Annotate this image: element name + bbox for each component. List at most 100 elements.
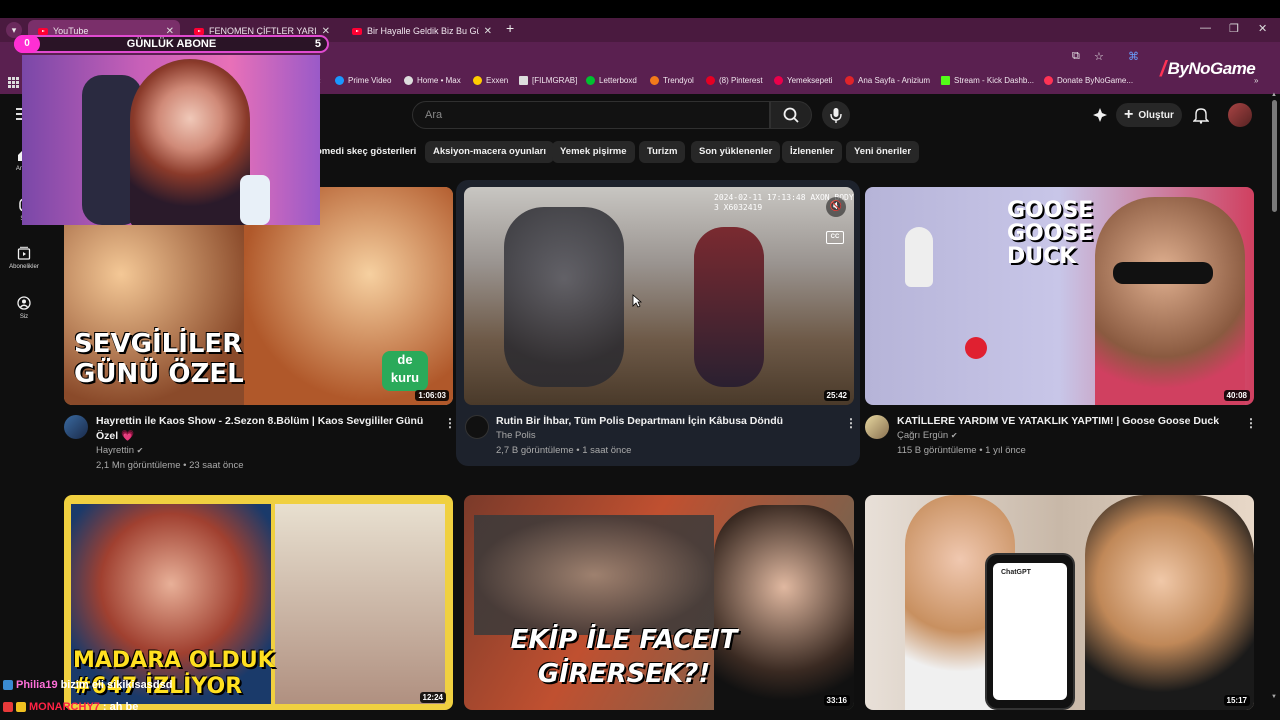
channel-name[interactable]: Çağrı Ergün ✔ [897, 429, 958, 443]
channel-name[interactable]: Hayrettin ✔ [96, 444, 143, 458]
trendyol-icon [650, 76, 659, 85]
streamer-webcam [22, 55, 320, 225]
voice-search-button[interactable] [822, 101, 850, 129]
video-duration: 1:06:03 [415, 390, 449, 401]
video-thumbnail[interactable]: GOOSE GOOSE DUCK 40:08 [865, 187, 1254, 405]
exxen-icon [473, 76, 482, 85]
bookmark-letterboxd[interactable]: Letterboxd [586, 76, 637, 85]
thumbnail-streamer [1095, 197, 1245, 405]
video-thumbnail[interactable]: EKİP İLE FACEIT GİRERSEK?! 33:16 [464, 495, 854, 710]
video-duration: 25:42 [823, 390, 850, 401]
goose-icon [905, 227, 933, 287]
install-app-icon[interactable]: ⧉ [1072, 50, 1080, 63]
video-title[interactable]: Hayrettin ile Kaos Show - 2.Sezon 8.Bölü… [96, 414, 436, 444]
scroll-down-icon[interactable]: ▼ [1271, 694, 1277, 700]
prime-video-icon [335, 76, 344, 85]
apps-grid-icon[interactable] [8, 77, 19, 88]
video-duration: 40:08 [1223, 390, 1250, 401]
channel-avatar[interactable] [64, 415, 88, 439]
max-icon [404, 76, 413, 85]
more-options-icon[interactable]: ⋮ [444, 416, 456, 430]
top-strip [0, 0, 1280, 18]
phone-screen [993, 563, 1067, 700]
youtube-favicon-icon [194, 27, 204, 35]
microphone-icon [830, 108, 842, 123]
chip-yemek[interactable]: Yemek pişirme [552, 141, 635, 163]
create-button[interactable]: + Oluştur [1116, 103, 1182, 127]
filmgrab-icon [519, 76, 528, 85]
close-window-button[interactable]: ✕ [1258, 22, 1267, 35]
account-avatar[interactable] [1228, 103, 1252, 127]
phone-screen-title: ChatGPT [1001, 569, 1031, 576]
mouse-cursor-icon [632, 294, 643, 313]
bookmark-trendyol[interactable]: Trendyol [650, 76, 694, 85]
bookmark-star-icon[interactable]: ☆ [1094, 50, 1104, 63]
thumbnail-officer [504, 207, 624, 387]
tab-close-icon[interactable]: ✕ [484, 26, 492, 37]
video-thumbnail[interactable]: MADARA OLDUK #647 İZLİYOR 12:24 [64, 495, 453, 710]
scroll-up-icon[interactable]: ▲ [1271, 92, 1277, 98]
video-meta: 2,1 Mn görüntüleme • 23 saat önce [96, 460, 244, 471]
chip-yeni-oneriler[interactable]: Yeni öneriler [846, 141, 920, 163]
notifications-bell-icon[interactable] [1192, 106, 1210, 129]
bookmark-yemeksepeti[interactable]: Yemeksepeti [774, 76, 833, 85]
video-meta: 2,7 B görüntüleme • 1 saat önce [496, 445, 632, 456]
thumbnail-overlay-text: SEVGİLİLER GÜNÜ ÖZEL [74, 329, 244, 389]
chip-komedi[interactable]: omedi skeç gösterileri [312, 141, 424, 163]
chip-son-yuklenenler[interactable]: Son yüklenenler [691, 141, 781, 163]
chat-badge-icon [16, 702, 26, 712]
thumbnail-soldiers [474, 515, 714, 635]
channel-avatar[interactable] [865, 415, 889, 439]
video-title[interactable]: Rutin Bir İhbar, Tüm Polis Departmanı İç… [496, 414, 836, 429]
bookmark-exxen[interactable]: Exxen [473, 76, 508, 85]
dekuru-logo: de kuru [382, 351, 428, 391]
chat-username: Philia19 [16, 679, 58, 691]
bookmark-anizium[interactable]: Ana Sayfa - Anizium [845, 76, 930, 85]
chip-aksiyon[interactable]: Aksiyon-macera oyunları [425, 141, 554, 163]
chat-badge-icon [3, 702, 13, 712]
bookmark-prime-video[interactable]: Prime Video [335, 76, 391, 85]
new-tab-button[interactable]: + [506, 20, 514, 36]
bookmark-kick[interactable]: Stream - Kick Dashb... [941, 76, 1034, 85]
bookmark-pinterest[interactable]: (8) Pinterest [706, 76, 763, 85]
create-sparkle-icon[interactable] [1092, 107, 1108, 128]
thumbnail-overlay-text: GOOSE GOOSE DUCK [1007, 198, 1094, 269]
screen: ▾ YouTube ✕ FENOMEN ÇİFTLER YARIŞIYOR ✕ … [0, 0, 1280, 720]
channel-avatar[interactable] [465, 415, 489, 439]
kick-icon [941, 76, 950, 85]
translate-icon[interactable]: ⌘ [1128, 50, 1139, 63]
captions-icon[interactable]: CC [826, 231, 844, 244]
browser-tab-hayalle[interactable]: Bir Hayalle Geldik Biz Bu Günle ✕ [342, 20, 498, 42]
more-options-icon[interactable]: ⋮ [845, 416, 857, 430]
sidebar-item-subscriptions[interactable]: Abonelikler [4, 246, 44, 270]
sidebar-item-you[interactable]: Siz [4, 296, 44, 320]
mute-icon[interactable]: 🔇 [826, 197, 846, 217]
verified-icon: ✔ [136, 446, 144, 455]
channel-name[interactable]: The Polis [496, 429, 536, 443]
bookmark-bynogame[interactable]: Donate ByNoGame... [1044, 76, 1133, 85]
more-options-icon[interactable]: ⋮ [1245, 416, 1257, 430]
sub-count-goal: 5 [314, 38, 321, 50]
search-input[interactable]: Ara [412, 101, 770, 129]
letterboxd-icon [586, 76, 595, 85]
bookmark-filmgrab[interactable]: [FILMGRAB] [519, 76, 577, 85]
thumbnail-man [1085, 495, 1254, 710]
you-icon [17, 296, 31, 310]
page-scrollbar[interactable] [1272, 100, 1277, 212]
video-duration: 12:24 [419, 692, 446, 703]
chip-turizm[interactable]: Turizm [639, 141, 686, 163]
minimize-button[interactable]: — [1200, 22, 1211, 34]
webcam-cup [240, 175, 270, 225]
maximize-button[interactable]: ❐ [1229, 22, 1239, 35]
chip-izlenenler[interactable]: İzlenenler [782, 141, 842, 163]
thumbnail-overlay-text: EKİP İLE FACEIT GİRERSEK?! [510, 625, 738, 689]
search-button[interactable] [770, 101, 812, 129]
video-thumbnail[interactable]: 2024-02-11 17:13:48 AXON BODY 3 X6032419… [464, 187, 854, 405]
video-meta: 115 B görüntüleme • 1 yıl önce [897, 445, 1026, 456]
pinterest-icon [706, 76, 715, 85]
video-title[interactable]: KATİLLERE YARDIM VE YATAKLIK YAPTIM! | G… [897, 414, 1237, 429]
chat-text: bizim eli sikikisasdsd [60, 679, 173, 691]
bookmark-max[interactable]: Home • Max [404, 76, 461, 85]
yemeksepeti-icon [774, 76, 783, 85]
video-thumbnail[interactable]: ChatGPT 15:17 [865, 495, 1254, 710]
